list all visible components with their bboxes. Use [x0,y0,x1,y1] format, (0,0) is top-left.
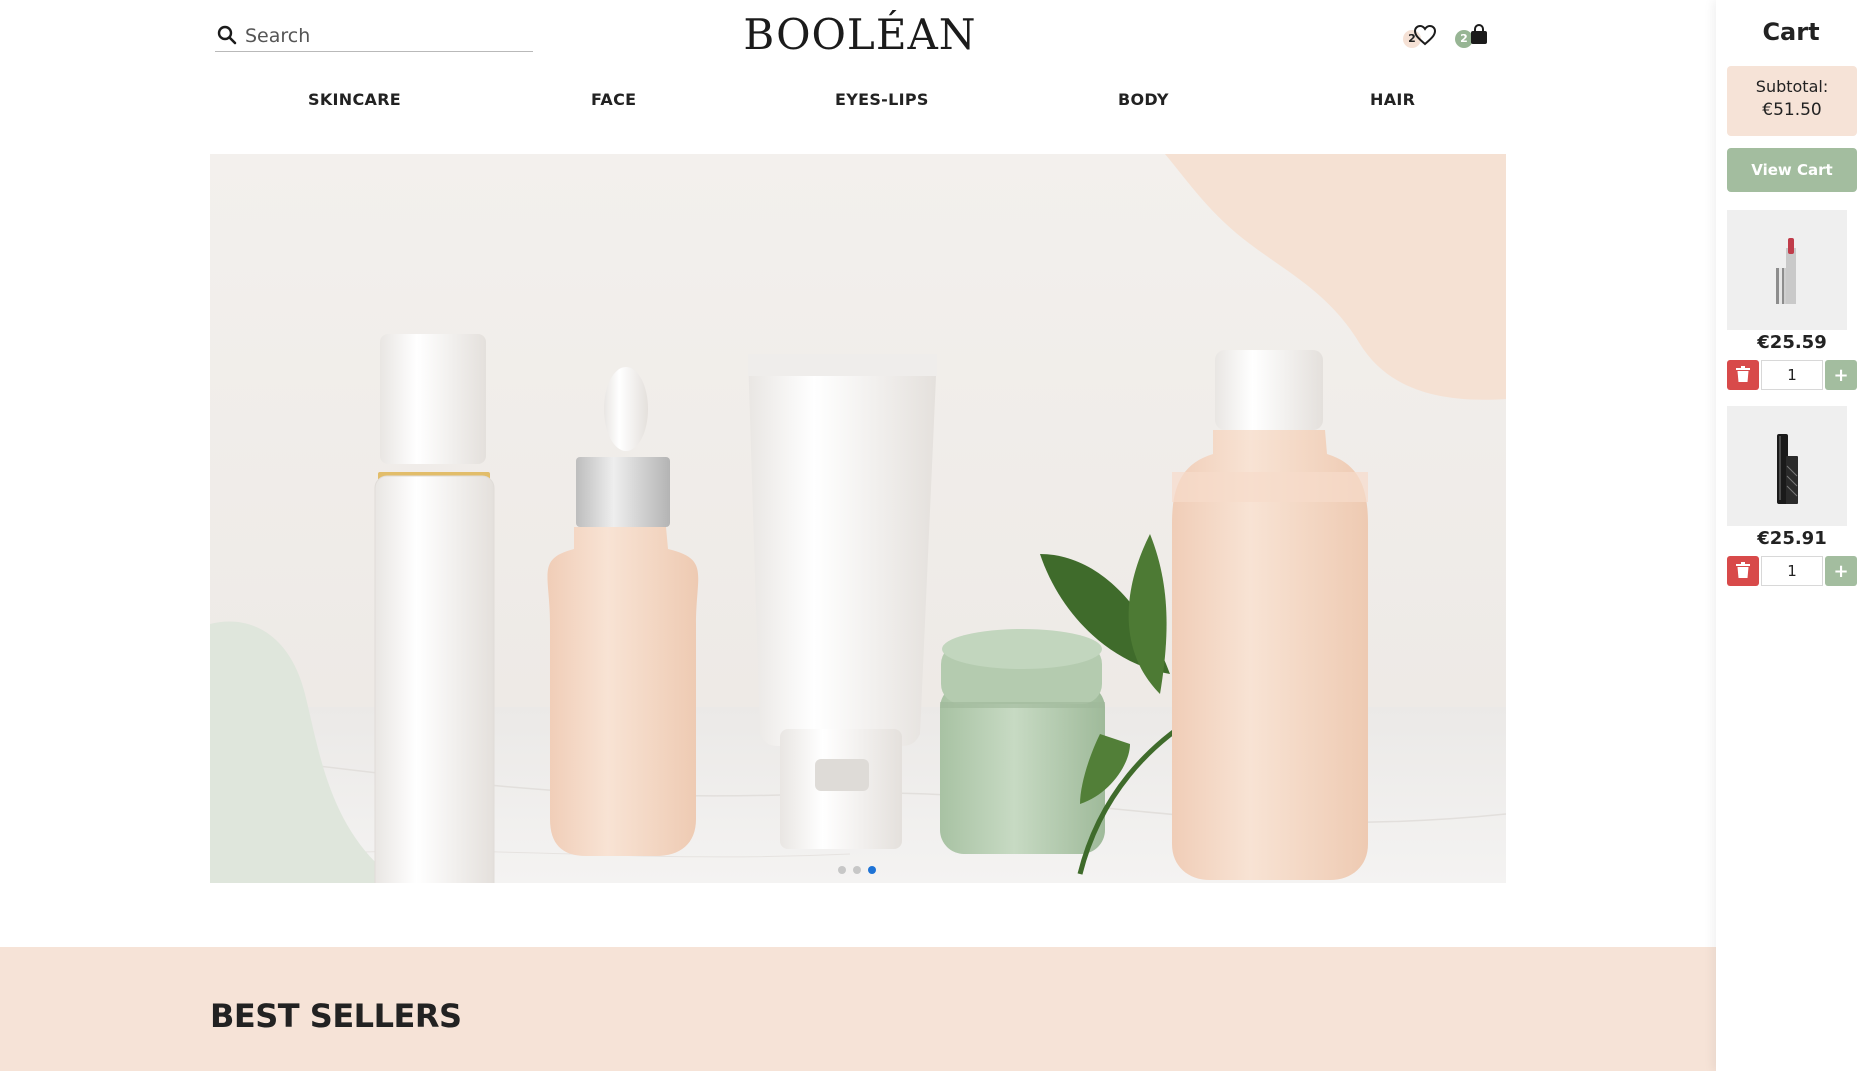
increase-quantity-button[interactable]: + [1825,556,1857,586]
nav-item-skincare[interactable]: SKINCARE [308,90,401,109]
trash-icon [1736,365,1750,382]
quantity-input[interactable] [1761,556,1823,586]
shopping-bag-icon [1471,24,1487,44]
product-thumbnail[interactable] [1727,406,1847,526]
mascara-icon [1777,434,1798,504]
wishlist-button[interactable]: 2 [1403,22,1437,52]
nav-item-hair[interactable]: HAIR [1370,90,1415,109]
cart-item: €25.91 + [1727,406,1857,586]
cart-title: Cart [1762,18,1820,46]
quantity-input[interactable] [1761,360,1823,390]
cart-button[interactable]: 2 [1455,22,1489,52]
lipstick-icon [1776,238,1796,304]
brand-logo[interactable]: BOOLÉAN [740,10,980,59]
best-sellers-section: BEST SELLERS [0,947,1716,1071]
product-thumbnail[interactable] [1727,210,1847,330]
slider-dots [838,859,883,874]
best-sellers-heading: BEST SELLERS [210,997,462,1035]
subtotal-value: €51.50 [1762,100,1822,120]
delete-item-button[interactable] [1727,360,1759,390]
trash-icon [1736,561,1750,578]
heart-icon [1413,24,1437,46]
slider-dot-3[interactable] [868,866,876,874]
delete-item-button[interactable] [1727,556,1759,586]
subtotal-label: Subtotal: [1755,77,1829,96]
nav-item-face[interactable]: FACE [591,90,636,109]
category-nav: SKINCARE FACE EYES-LIPS BODY HAIR [210,86,1506,116]
cart-item: €25.59 + [1727,210,1857,390]
view-cart-button[interactable]: View Cart [1727,148,1857,192]
hero-image [210,154,1506,883]
nav-item-body[interactable]: BODY [1118,90,1169,109]
nav-item-eyes-lips[interactable]: EYES-LIPS [835,90,929,109]
cart-panel: Cart Subtotal: €51.50 View Cart €25.59 1… [1716,0,1866,1071]
slider-dot-1[interactable] [838,866,846,874]
increase-quantity-button[interactable]: + [1825,360,1857,390]
hero-slider[interactable] [210,154,1506,883]
storefront: BOOLÉAN 2 2 SKINCARE FACE EYES-LIPS BODY… [0,0,1716,1071]
search-icon[interactable] [217,25,237,45]
search-bar [215,22,533,52]
cart-item-price: €25.91 [1757,528,1827,549]
search-input[interactable] [245,22,530,50]
slider-dot-2[interactable] [853,866,861,874]
subtotal-box: Subtotal: €51.50 [1727,66,1857,136]
cart-item-price: €25.59 [1757,332,1827,353]
